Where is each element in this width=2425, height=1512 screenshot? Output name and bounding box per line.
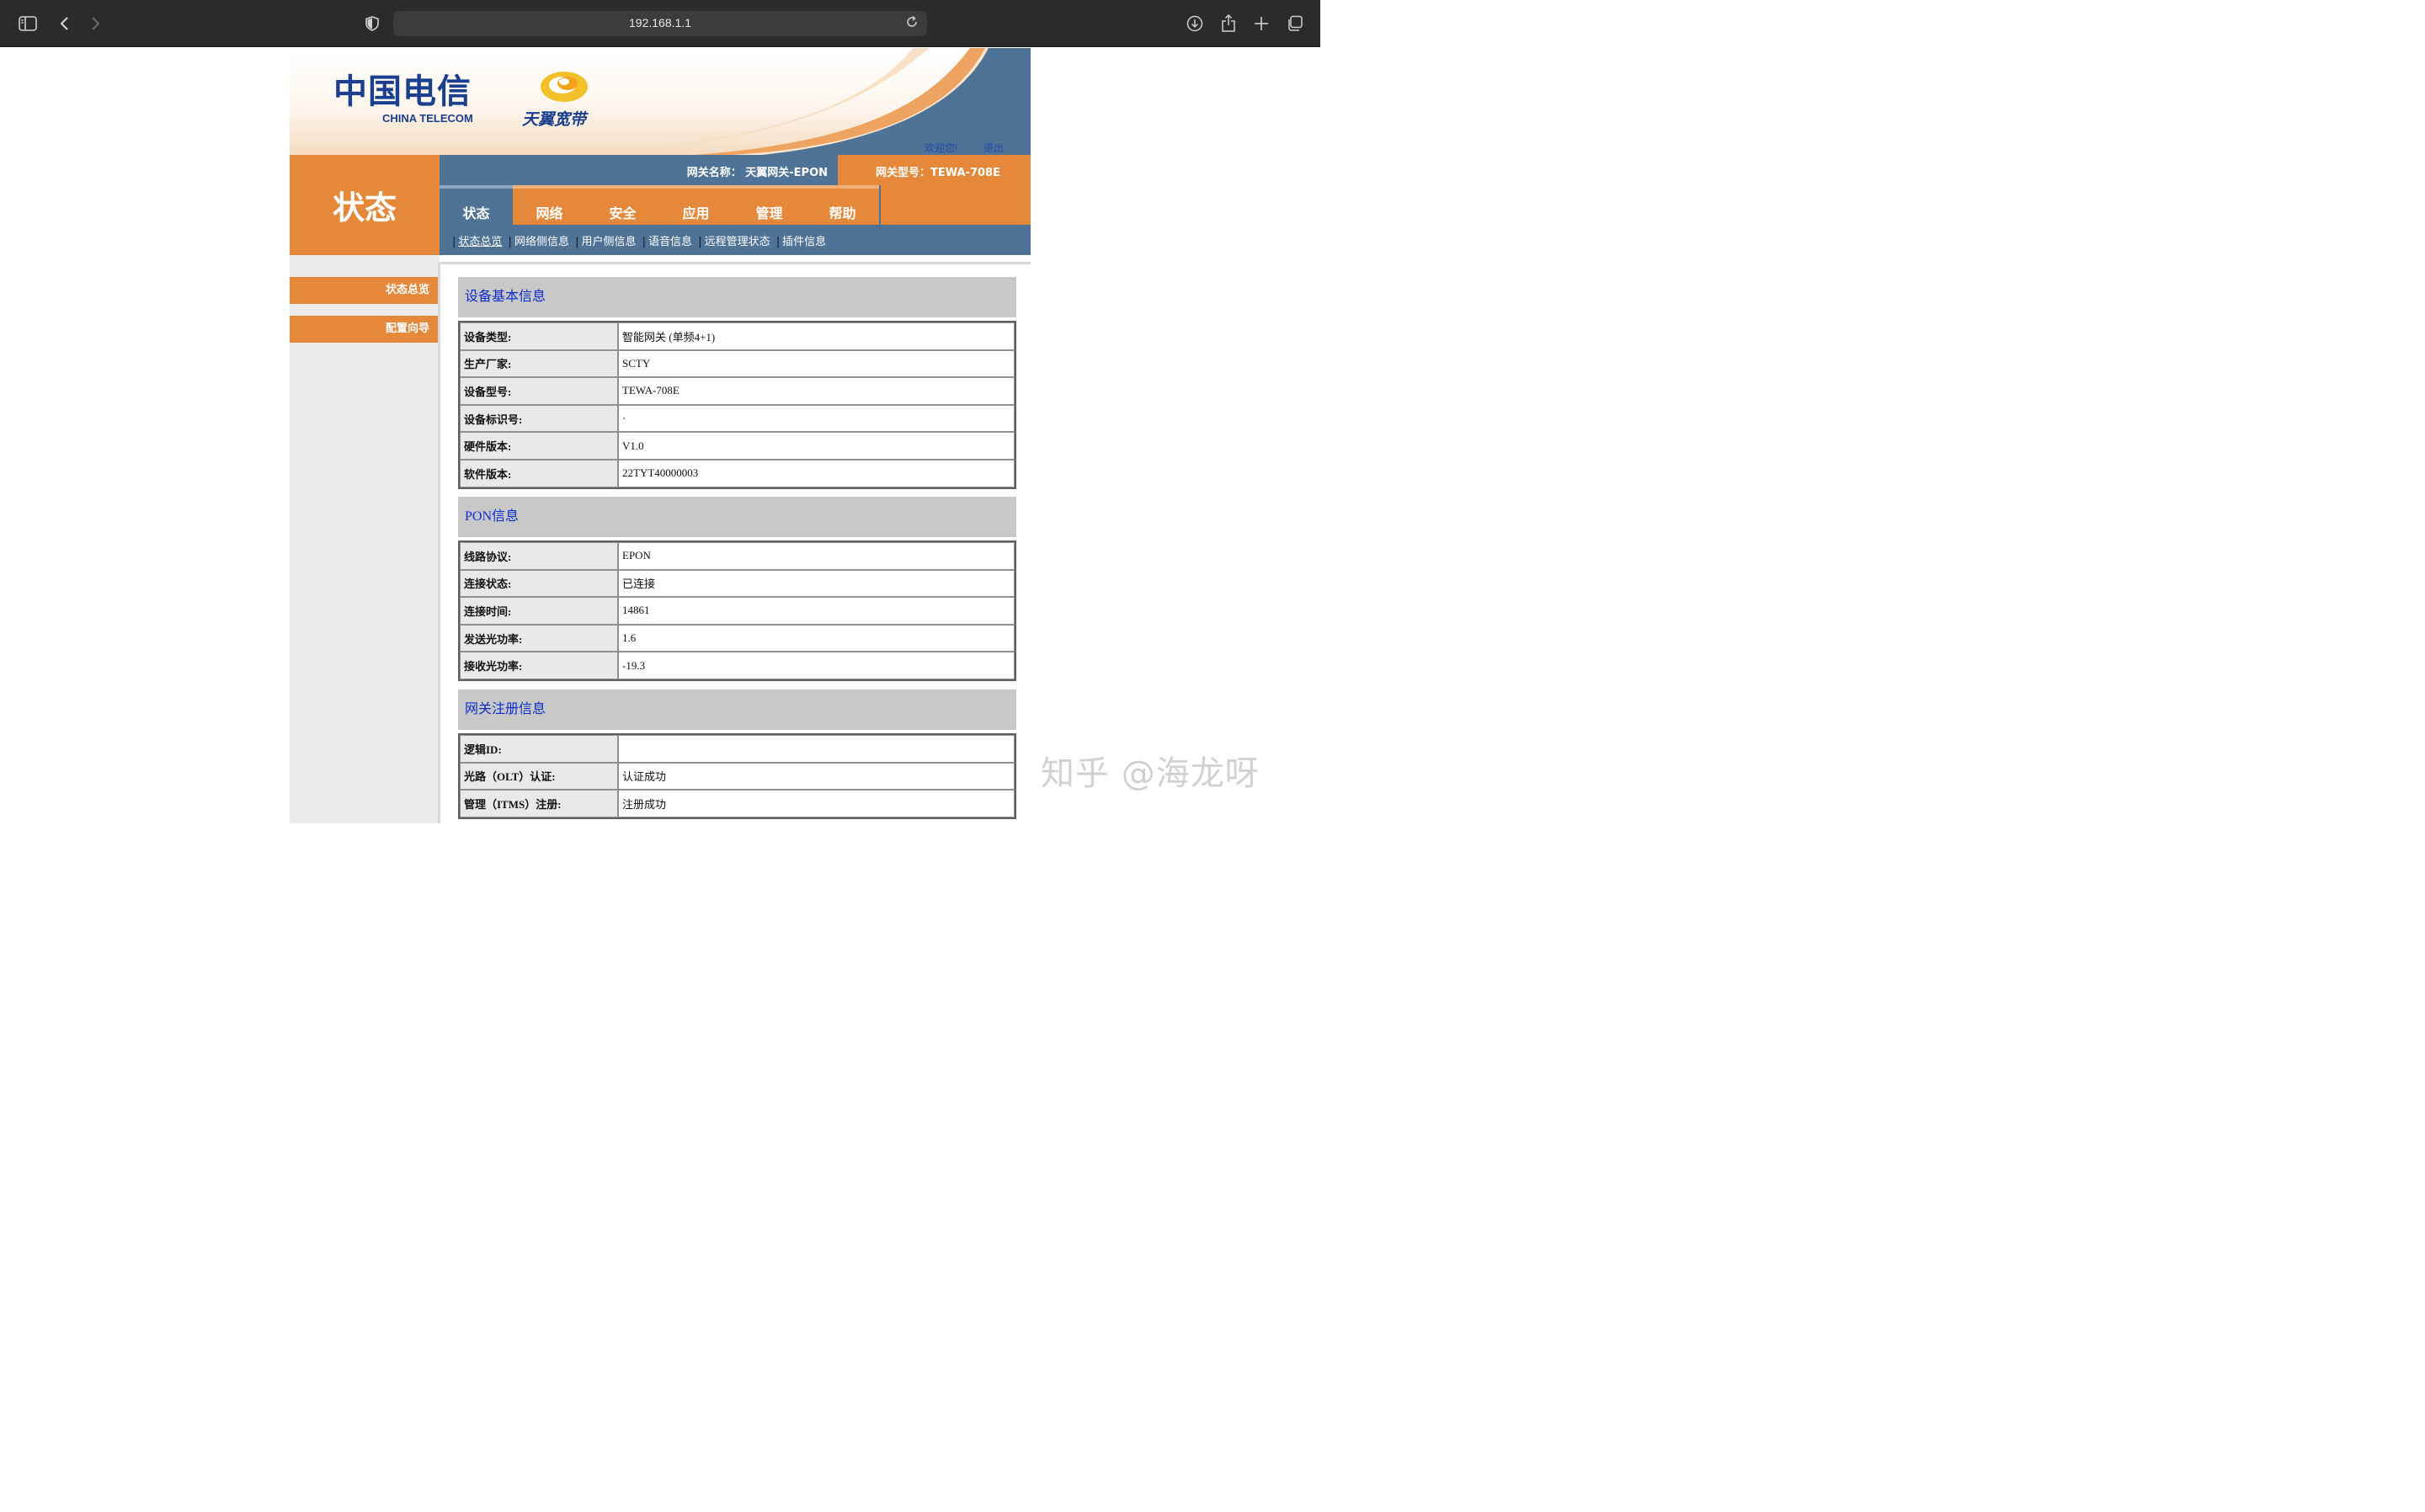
field-value: 22TYT40000003 xyxy=(618,459,1015,487)
section-title: PON信息 xyxy=(458,497,1016,537)
device-info-table: 设备类型: 智能网关 (单频4+1) 生产厂家: SCTY 设备型号: TEWA-70… xyxy=(458,321,1016,489)
field-value: 1.6 xyxy=(618,624,1015,652)
field-value: 智能网关 (单频4+1) xyxy=(618,322,1015,350)
main-content: 设备基本信息 设备类型: 智能网关 (单频4+1) 生产厂家: SCTY 设备型号:… xyxy=(438,262,1031,823)
tab-application[interactable]: 应用 xyxy=(659,185,733,225)
gateway-name-bar: 网关名称： 天翼网关-EPON xyxy=(440,155,838,185)
sidebar-item-status-overview[interactable]: 状态总览 xyxy=(290,277,440,304)
field-label: 发送光功率: xyxy=(460,624,618,652)
device-basic-info-section: 设备基本信息 设备类型: 智能网关 (单频4+1) 生产厂家: SCTY 设备型号:… xyxy=(458,277,1016,489)
field-label: 设备型号: xyxy=(460,377,618,405)
registration-info-table: 逻辑ID: 光路（OLT）认证: 认证成功 管理（ITMS）注册: 注册成功 xyxy=(458,733,1016,819)
field-label: 接收光功率: xyxy=(460,652,618,679)
subnav-voice-info[interactable]: 语音信息 xyxy=(648,236,692,248)
field-value xyxy=(618,735,1015,763)
field-label: 设备标识号: xyxy=(460,404,618,433)
table-row: 设备型号: TEWA-708E xyxy=(460,377,1015,405)
tab-row-filler xyxy=(881,185,1031,225)
header-banner: 中国电信 CHINA TELECOM 天翼宽带 欢迎您! 退出 xyxy=(290,48,1031,155)
reload-icon[interactable] xyxy=(905,15,920,30)
table-row: 光路（OLT）认证: 认证成功 xyxy=(460,762,1015,791)
zhihu-watermark: 知乎 @海龙呀 xyxy=(1041,754,1260,793)
table-row: 发送光功率: 1.6 xyxy=(460,624,1015,652)
field-label: 硬件版本: xyxy=(460,432,618,460)
navigation-block: 状态 网关名称： 天翼网关-EPON 网关型号：TEWA-708E 状态 网络 … xyxy=(290,155,1031,255)
page-title: 状态 xyxy=(290,155,440,255)
tab-network[interactable]: 网络 xyxy=(513,185,586,225)
tab-overview-icon[interactable] xyxy=(1283,12,1307,35)
gateway-model: 网关型号：TEWA-708E xyxy=(876,167,1000,179)
field-value: EPON xyxy=(618,542,1015,570)
table-row: 连接状态: 已连接 xyxy=(460,569,1015,598)
address-bar[interactable]: 192.168.1.1 xyxy=(393,11,927,36)
pon-info-section: PON信息 线路协议: EPON 连接状态: 已连接 连接时间: 14861 发送光功… xyxy=(458,497,1016,681)
privacy-shield-icon[interactable] xyxy=(360,12,384,35)
field-label: 逻辑ID: xyxy=(460,735,618,763)
field-value: TEWA-708E xyxy=(618,377,1015,405)
url-text: 192.168.1.1 xyxy=(629,16,691,29)
table-row: 线路协议: EPON xyxy=(460,542,1015,570)
tab-status[interactable]: 状态 xyxy=(440,185,513,225)
gateway-name: 网关名称： 天翼网关-EPON xyxy=(686,167,828,179)
table-row: 接收光功率: -19.3 xyxy=(460,652,1015,679)
field-label: 光路（OLT）认证: xyxy=(460,762,618,791)
tab-help[interactable]: 帮助 xyxy=(806,185,879,225)
gateway-model-bar: 网关型号：TEWA-708E xyxy=(838,155,1031,185)
subnav-network-side-info[interactable]: 网络侧信息 xyxy=(514,236,569,248)
table-row: 设备标识号: · xyxy=(460,404,1015,433)
table-row: 设备类型: 智能网关 (单频4+1) xyxy=(460,322,1015,350)
field-value: 已连接 xyxy=(618,569,1015,598)
logo-english-text: CHINA TELECOM xyxy=(382,112,473,125)
sub-navigation: | 状态总览 | 网络侧信息 | 用户侧信息 | 语音信息 | 远程管理状态 | 插件信息 xyxy=(440,225,1031,255)
field-label: 软件版本: xyxy=(460,459,618,487)
tab-management[interactable]: 管理 xyxy=(733,185,806,225)
sidebar-item-config-wizard[interactable]: 配置向导 xyxy=(290,316,440,343)
field-value: 14861 xyxy=(618,597,1015,625)
forward-icon[interactable] xyxy=(84,12,108,35)
table-row: 生产厂家: SCTY xyxy=(460,349,1015,378)
router-admin-page: 中国电信 CHINA TELECOM 天翼宽带 欢迎您! 退出 状态 网关名称：… xyxy=(290,48,1031,823)
browser-toolbar: 192.168.1.1 xyxy=(0,0,1320,47)
field-label: 生产厂家: xyxy=(460,349,618,378)
table-row: 逻辑ID: xyxy=(460,735,1015,763)
china-telecom-logo: 中国电信 CHINA TELECOM xyxy=(333,72,473,125)
table-row: 管理（ITMS）注册: 注册成功 xyxy=(460,790,1015,817)
table-row: 软件版本: 22TYT40000003 xyxy=(460,459,1015,487)
field-label: 设备类型: xyxy=(460,322,618,350)
subnav-remote-management-status[interactable]: 远程管理状态 xyxy=(705,236,770,248)
subnav-plugin-info[interactable]: 插件信息 xyxy=(782,236,826,248)
subnav-status-overview[interactable]: 状态总览 xyxy=(458,236,502,248)
sidebar-toggle-icon[interactable] xyxy=(16,12,40,35)
field-value: 认证成功 xyxy=(618,762,1015,791)
gateway-registration-section: 网关注册信息 逻辑ID: 光路（OLT）认证: 认证成功 管理（ITMS）注册: 注… xyxy=(458,689,1016,819)
field-label: 连接状态: xyxy=(460,569,618,598)
field-value: V1.0 xyxy=(618,432,1015,460)
share-icon[interactable] xyxy=(1217,12,1240,35)
field-value: 注册成功 xyxy=(618,790,1015,817)
table-row: 硬件版本: V1.0 xyxy=(460,432,1015,460)
pon-info-table: 线路协议: EPON 连接状态: 已连接 连接时间: 14861 发送光功率: 1.6 … xyxy=(458,540,1016,681)
tianyi-broadband-text: 天翼宽带 xyxy=(522,110,587,129)
subnav-user-side-info[interactable]: 用户侧信息 xyxy=(581,236,636,248)
new-tab-icon[interactable] xyxy=(1250,12,1273,35)
section-title: 设备基本信息 xyxy=(458,277,1016,317)
field-value: · xyxy=(618,404,1015,433)
back-icon[interactable] xyxy=(52,12,76,35)
download-icon[interactable] xyxy=(1183,12,1207,35)
field-value: SCTY xyxy=(618,349,1015,378)
field-value: -19.3 xyxy=(618,652,1015,679)
logo-chinese-text: 中国电信 xyxy=(333,72,472,111)
field-label: 线路协议: xyxy=(460,542,618,570)
logout-link[interactable]: 退出 xyxy=(983,141,1004,155)
left-sidebar: 状态总览 配置向导 xyxy=(290,255,440,823)
section-title: 网关注册信息 xyxy=(458,689,1016,730)
field-label: 管理（ITMS）注册: xyxy=(460,790,618,817)
tianyi-logo-icon xyxy=(541,72,588,102)
tab-security[interactable]: 安全 xyxy=(586,185,659,225)
field-label: 连接时间: xyxy=(460,597,618,625)
table-row: 连接时间: 14861 xyxy=(460,597,1015,625)
welcome-text: 欢迎您! xyxy=(925,142,958,154)
main-tabs: 状态 网络 安全 应用 管理 帮助 xyxy=(440,185,1031,225)
